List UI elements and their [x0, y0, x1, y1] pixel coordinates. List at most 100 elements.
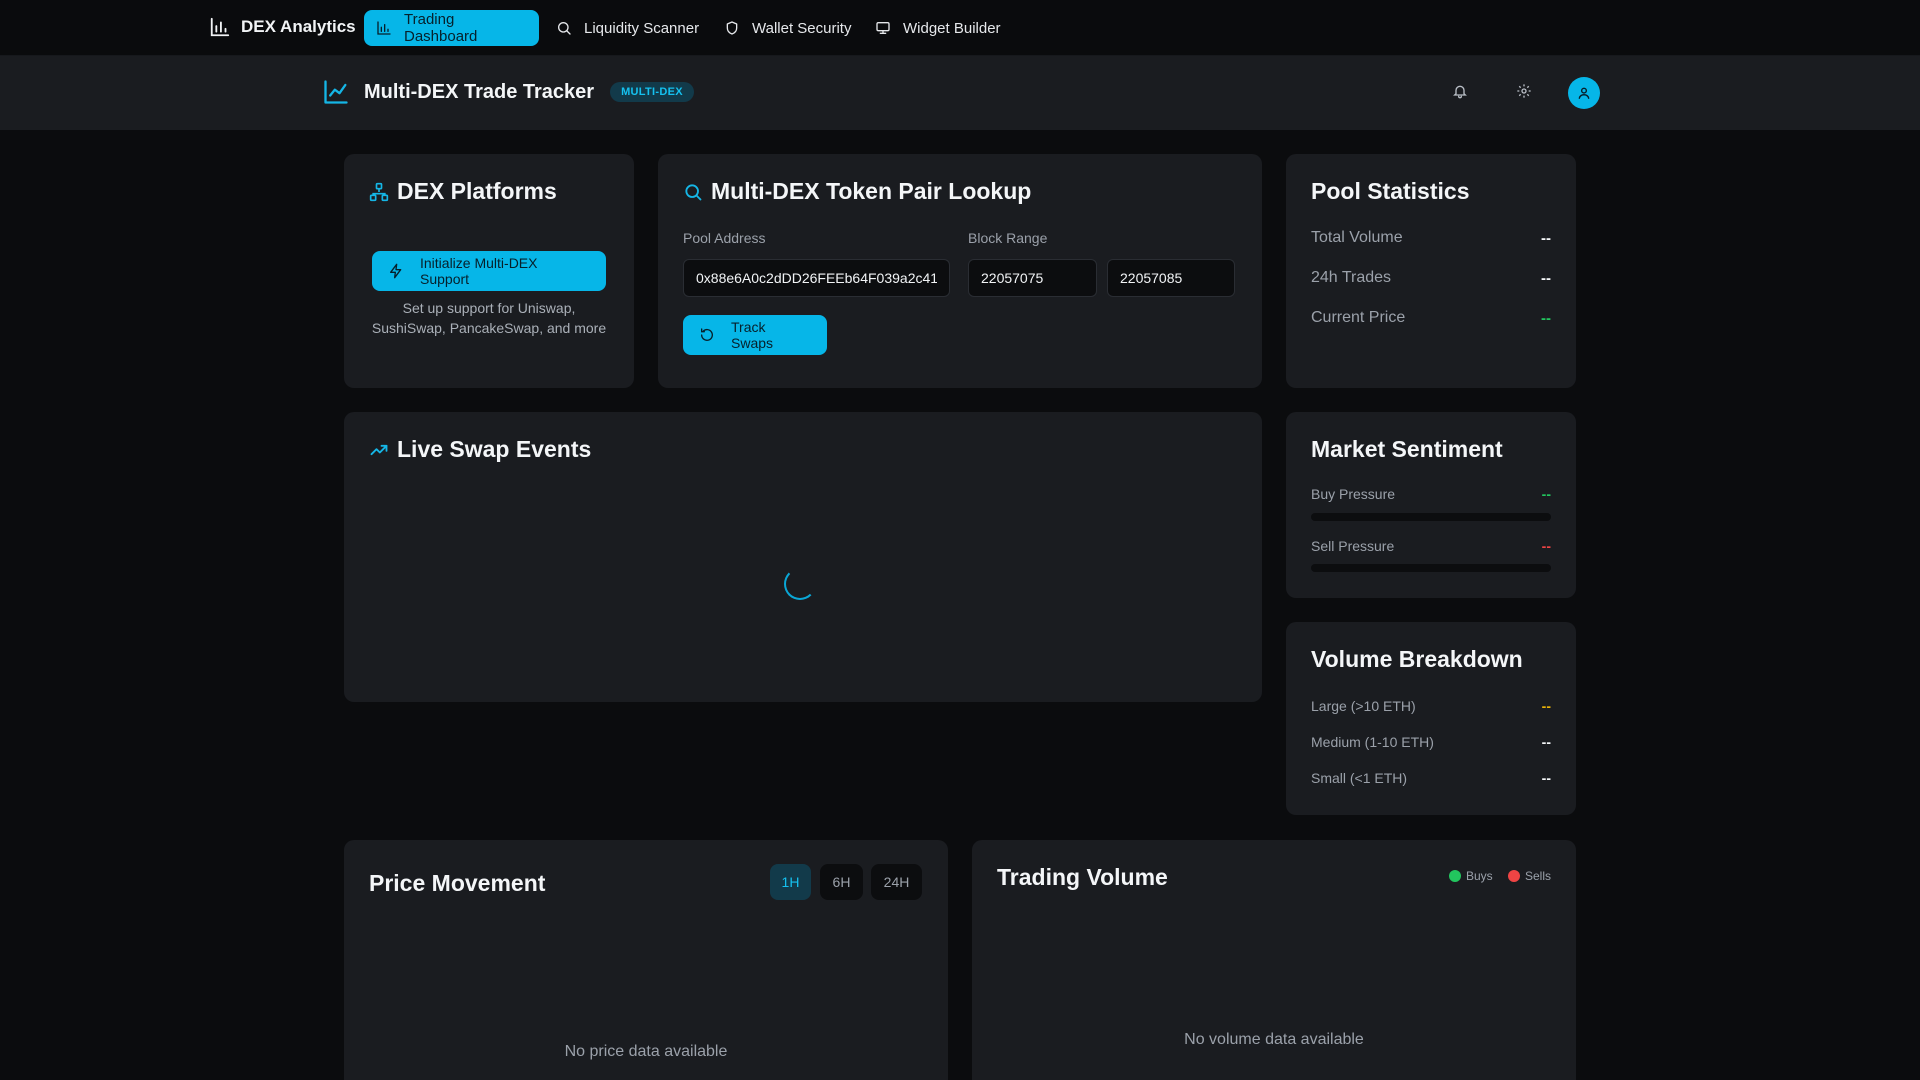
tab-wallet-security[interactable]: Wallet Security — [712, 10, 863, 46]
volume-label: Medium (1-10 ETH) — [1311, 734, 1434, 750]
card-header: Trading Volume — [997, 864, 1168, 891]
page-header: Multi-DEX Trade Tracker MULTI-DEX — [0, 56, 1920, 130]
search-icon — [556, 20, 572, 36]
block-from-input[interactable] — [968, 259, 1097, 297]
sell-pressure-value: -- — [1541, 538, 1551, 554]
stat-total-volume: Total Volume -- — [1311, 229, 1551, 247]
top-nav: DEX Analytics Trading Dashboard Liquidit… — [0, 0, 1920, 56]
block-to-input[interactable] — [1107, 259, 1235, 297]
volume-breakdown-card: Volume Breakdown Large (>10 ETH) -- Medi… — [1286, 622, 1576, 815]
sell-pressure-bar — [1311, 564, 1551, 572]
stat-value: -- — [1541, 229, 1551, 247]
bell-icon[interactable] — [1452, 83, 1468, 99]
sell-pressure-row: Sell Pressure -- — [1311, 538, 1551, 554]
token-pair-lookup-card: Multi-DEX Token Pair Lookup Pool Address… — [658, 154, 1262, 388]
stat-24h-trades: 24h Trades -- — [1311, 269, 1551, 287]
tab-label: Liquidity Scanner — [584, 19, 700, 37]
buy-pressure-label: Buy Pressure — [1311, 486, 1396, 502]
volume-empty-state: No volume data available — [1184, 1031, 1364, 1048]
brand-name: DEX Analytics — [241, 17, 356, 36]
tab-label: Trading Dashboard — [404, 11, 478, 45]
card-title: DEX Platforms — [397, 178, 557, 204]
shield-icon — [724, 20, 740, 36]
buy-pressure-bar — [1311, 513, 1551, 521]
card-header: Multi-DEX Token Pair Lookup — [683, 178, 1031, 205]
monitor-icon — [875, 20, 891, 36]
dex-platforms-card: DEX Platforms Initialize Multi-DEX Suppo… — [344, 154, 634, 388]
card-header: Volume Breakdown — [1311, 646, 1523, 673]
stat-label: Current Price — [1311, 309, 1406, 326]
user-icon — [1577, 86, 1591, 100]
refresh-icon — [699, 327, 715, 343]
legend-sells: Sells — [1508, 869, 1551, 883]
tab-widget-builder[interactable]: Widget Builder — [863, 10, 1013, 46]
tab-label: Widget Builder — [903, 19, 1001, 37]
buys-dot — [1449, 870, 1461, 882]
bar-chart-icon — [209, 16, 231, 38]
search-icon — [683, 182, 703, 202]
button-label: Initialize Multi-DEX Support — [420, 255, 538, 287]
card-header: Price Movement — [369, 870, 545, 897]
card-title: Live Swap Events — [397, 436, 592, 462]
volume-large-row: Large (>10 ETH) -- — [1311, 698, 1551, 714]
loading-spinner — [784, 568, 816, 600]
card-title: Trading Volume — [997, 864, 1168, 890]
stat-value: -- — [1541, 309, 1551, 327]
stat-label: Total Volume — [1311, 229, 1403, 246]
bar-chart-icon — [376, 20, 392, 36]
timeframe-6h-button[interactable]: 6H — [820, 864, 863, 900]
card-title: Multi-DEX Token Pair Lookup — [711, 178, 1032, 204]
lightning-icon — [388, 263, 404, 279]
live-swap-events-card: Live Swap Events — [344, 412, 1262, 702]
card-header: Pool Statistics — [1311, 178, 1469, 205]
line-chart-icon — [322, 78, 350, 106]
card-title: Volume Breakdown — [1311, 646, 1523, 672]
legend-buys: Buys — [1449, 869, 1493, 883]
volume-label: Small (<1 ETH) — [1311, 770, 1408, 786]
initialize-multi-dex-button[interactable]: Initialize Multi-DEX Support — [372, 251, 606, 291]
card-header: Live Swap Events — [369, 436, 591, 463]
dex-help-text: Set up support for Uniswap, SushiSwap, P… — [371, 300, 607, 336]
volume-value: -- — [1541, 734, 1551, 750]
header-title-group: Multi-DEX Trade Tracker MULTI-DEX — [322, 78, 694, 106]
trading-volume-card: Trading Volume Buys Sells No volume data… — [972, 840, 1576, 1080]
block-range-label: Block Range — [968, 230, 1048, 246]
pool-address-label: Pool Address — [683, 230, 766, 246]
timeframe-1h-button[interactable]: 1H — [770, 864, 811, 900]
tab-label: Wallet Security — [752, 19, 852, 37]
card-header: Market Sentiment — [1311, 436, 1503, 463]
track-swaps-button[interactable]: Track Swaps — [683, 315, 827, 355]
stat-value: -- — [1541, 269, 1551, 287]
price-empty-state: No price data available — [564, 1043, 728, 1060]
card-title: Market Sentiment — [1311, 436, 1503, 462]
stat-current-price: Current Price -- — [1311, 309, 1551, 327]
user-avatar[interactable] — [1568, 77, 1600, 109]
button-label: Track Swaps — [731, 319, 774, 351]
page-title: Multi-DEX Trade Tracker — [364, 80, 595, 103]
gear-icon[interactable] — [1516, 83, 1532, 99]
card-title: Pool Statistics — [1311, 178, 1470, 204]
market-sentiment-card: Market Sentiment Buy Pressure -- Sell Pr… — [1286, 412, 1576, 598]
timeframe-24h-button[interactable]: 24H — [871, 864, 922, 900]
tab-liquidity-scanner[interactable]: Liquidity Scanner — [544, 10, 711, 46]
legend-label: Sells — [1525, 869, 1552, 883]
brand[interactable]: DEX Analytics — [209, 16, 356, 38]
volume-medium-row: Medium (1-10 ETH) -- — [1311, 734, 1551, 750]
pool-address-input[interactable] — [683, 259, 950, 297]
trending-up-icon — [369, 440, 389, 460]
tab-trading-dashboard[interactable]: Trading Dashboard — [364, 10, 539, 46]
volume-value: -- — [1541, 698, 1551, 714]
buy-pressure-value: -- — [1541, 486, 1551, 502]
volume-value: -- — [1541, 770, 1551, 786]
card-header: DEX Platforms — [369, 178, 557, 205]
buy-pressure-row: Buy Pressure -- — [1311, 486, 1551, 502]
multi-dex-badge: MULTI-DEX — [610, 82, 694, 102]
volume-small-row: Small (<1 ETH) -- — [1311, 770, 1551, 786]
pool-statistics-card: Pool Statistics Total Volume -- 24h Trad… — [1286, 154, 1576, 388]
sell-pressure-label: Sell Pressure — [1311, 538, 1395, 554]
network-icon — [369, 182, 389, 202]
sells-dot — [1508, 870, 1520, 882]
volume-label: Large (>10 ETH) — [1311, 698, 1416, 714]
stat-label: 24h Trades — [1311, 269, 1392, 286]
card-title: Price Movement — [369, 870, 546, 896]
